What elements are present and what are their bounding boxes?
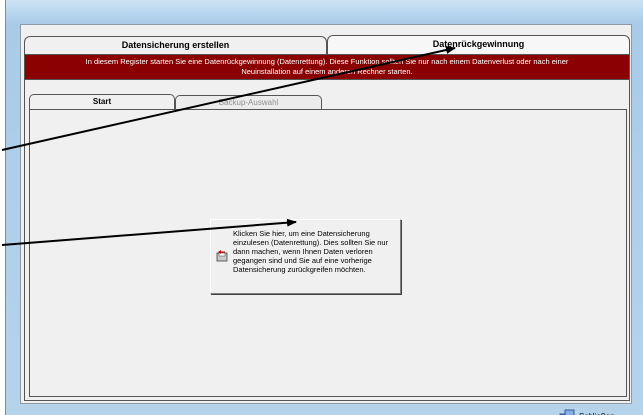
- start-panel: Klicken Sie hier, um eine Datensicherung…: [29, 109, 627, 397]
- restore-backup-button[interactable]: Klicken Sie hier, um eine Datensicherung…: [210, 219, 401, 294]
- close-button[interactable]: Schließen: [559, 407, 625, 415]
- tab-backup-create-label: Datensicherung erstellen: [121, 40, 230, 50]
- application-window: Datensicherung erstellen Datenrückgewinn…: [5, 0, 643, 415]
- subtab-backup-selection-label: Backup-Auswahl: [218, 98, 279, 107]
- info-banner: In diesem Register starten Sie eine Date…: [25, 55, 629, 80]
- info-banner-line-2: Neuinstallation auf einem anderen Rechne…: [241, 67, 413, 76]
- sub-tab-strip: Start Backup-Auswahl: [29, 94, 629, 110]
- dialog-client-area: Datensicherung erstellen Datenrückgewinn…: [20, 24, 632, 415]
- restore-backup-description: Klicken Sie hier, um eine Datensicherung…: [233, 229, 389, 274]
- info-banner-line-1: In diesem Register starten Sie eine Date…: [85, 57, 569, 66]
- main-tab-strip: Datensicherung erstellen Datenrückgewinn…: [24, 35, 630, 54]
- subtab-start-label: Start: [92, 97, 112, 106]
- close-button-label: Schließen: [579, 407, 615, 415]
- subtab-start[interactable]: Start: [29, 94, 175, 110]
- exit-door-icon: [559, 409, 575, 415]
- data-recovery-panel: In diesem Register starten Sie eine Date…: [24, 54, 630, 401]
- tab-data-recovery[interactable]: Datenrückgewinnung: [327, 35, 630, 54]
- subtab-backup-selection[interactable]: Backup-Auswahl: [175, 95, 322, 109]
- disk-restore-icon: [216, 250, 228, 262]
- tab-data-recovery-label: Datenrückgewinnung: [432, 39, 525, 49]
- tab-backup-create[interactable]: Datensicherung erstellen: [24, 36, 327, 54]
